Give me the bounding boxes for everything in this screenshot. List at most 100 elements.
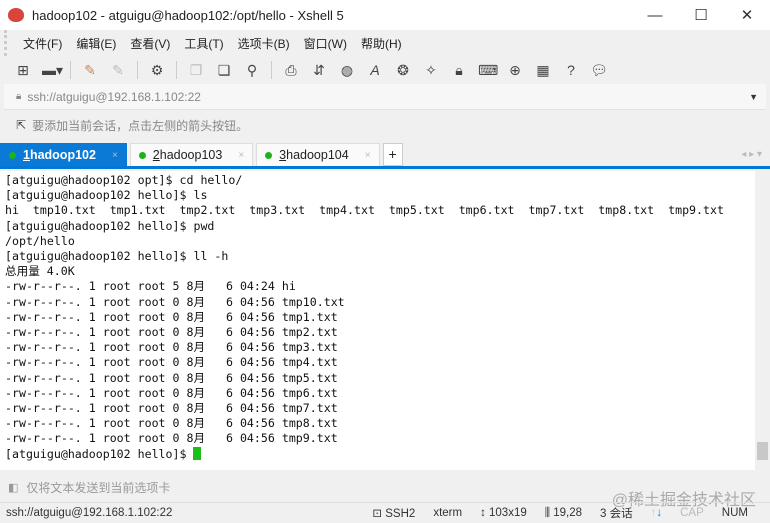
maximize-button[interactable]: ☐ xyxy=(678,6,724,24)
terminal-line: [atguigu@hadoop102 hello]$ ll -h xyxy=(5,249,229,264)
globe-icon[interactable]: ◍ xyxy=(338,62,356,78)
status-protocol: ⊡ SSH2 xyxy=(372,508,416,520)
menu-tabs[interactable]: 选项卡(B) xyxy=(238,35,290,52)
terminal-line: -rw-r--r--. 1 root root 0 8月 6 04:56 tmp… xyxy=(5,309,338,324)
status-bar: ssh://atguigu@192.168.1.102:22 ⊡ SSH2 xt… xyxy=(0,502,770,523)
terminal-line: /opt/hello xyxy=(5,233,75,248)
tab-label: hadoop102 xyxy=(29,148,96,162)
layout-icon[interactable]: ▦ xyxy=(534,62,552,78)
lock-icon: 🔒︎ xyxy=(16,91,22,102)
menu-file[interactable]: 文件(F) xyxy=(23,35,62,52)
terminal-line: [atguigu@hadoop102 hello]$ pwd xyxy=(5,218,215,233)
tab-hadoop103[interactable]: 2 hadoop103 × xyxy=(129,143,254,166)
connected-dot-icon xyxy=(265,151,273,159)
position-text: 19,28 xyxy=(553,506,583,519)
connect-icon[interactable]: ✎ xyxy=(81,62,99,78)
new-session-icon[interactable]: ⊞ xyxy=(14,62,32,78)
print-icon[interactable]: ⎙ xyxy=(282,62,300,78)
terminal-line: -rw-r--r--. 1 root root 5 8月 6 04:24 hi xyxy=(5,279,296,294)
script-icon[interactable]: ✧ xyxy=(422,62,440,78)
xshell-logo-icon xyxy=(8,8,24,22)
compose-placeholder: 仅将文本发送到当前选项卡 xyxy=(26,480,171,495)
terminal-line: [atguigu@hadoop102 opt]$ cd hello/ xyxy=(5,173,243,187)
menu-view[interactable]: 查看(V) xyxy=(130,35,170,52)
transfer-icon[interactable]: ⇵ xyxy=(310,62,328,78)
tab-label: hadoop103 xyxy=(159,148,223,162)
close-tab-icon[interactable]: × xyxy=(238,150,244,161)
status-num: NUM xyxy=(721,507,748,519)
tab-label: hadoop104 xyxy=(286,148,349,162)
terminal-line: [atguigu@hadoop102 hello]$ ls xyxy=(5,188,208,203)
menu-help[interactable]: 帮助(H) xyxy=(361,35,402,52)
terminal-line: 总用量 4.0K xyxy=(5,264,75,279)
menu-window[interactable]: 窗口(W) xyxy=(304,35,347,52)
menu-edit[interactable]: 编辑(E) xyxy=(76,35,116,52)
add-icon[interactable]: ⊕ xyxy=(506,62,524,78)
toolbar: ⊞ ▬▾ ✎ ✎ ⚙ ❐ ❏ ⚲ ⎙ ⇵ ◍ A ❂ ✧ 🔒︎ ⌨ ⊕ ▦ ? … xyxy=(0,56,770,84)
terminal[interactable]: [atguigu@hadoop102 opt]$ cd hello/[atgui… xyxy=(0,171,755,470)
connected-dot-icon xyxy=(9,151,16,159)
tab-number: 3 xyxy=(279,148,287,162)
tab-number: 2 xyxy=(152,148,160,162)
status-sessions: 3 会话 xyxy=(600,508,633,520)
chevron-down-icon[interactable]: ▼ xyxy=(749,92,758,102)
address-input[interactable]: ssh://atguigu@192.168.1.102:22 xyxy=(27,90,201,104)
title-bar: hadoop102 - atguigu@hadoop102:/opt/hello… xyxy=(0,0,770,30)
terminal-line: -rw-r--r--. 1 root root 0 8月 6 04:56 tmp… xyxy=(5,370,338,385)
font-icon[interactable]: A xyxy=(366,62,384,78)
terminal-line: -rw-r--r--. 1 root root 0 8月 6 04:56 tmp… xyxy=(5,355,338,370)
disconnect-icon[interactable]: ✎ xyxy=(109,62,127,78)
status-position: ⫼ 19,28 xyxy=(544,506,583,519)
address-bar[interactable]: 🔒︎ ssh://atguigu@192.168.1.102:22 ▼ xyxy=(4,84,766,110)
divider xyxy=(137,61,138,79)
terminal-prompt: [atguigu@hadoop102 hello]$ xyxy=(5,446,194,461)
tab-hadoop104[interactable]: 3 hadoop104 × xyxy=(256,143,380,166)
terminal-line: -rw-r--r--. 1 root root 0 8月 6 04:56 tmp… xyxy=(5,385,338,400)
open-folder-icon[interactable]: ▬▾ xyxy=(42,62,63,78)
properties-icon[interactable]: ⚙ xyxy=(148,62,166,78)
divider xyxy=(176,61,177,79)
close-tab-icon[interactable]: × xyxy=(112,150,118,161)
chat-icon[interactable]: 💬︎ xyxy=(590,62,608,78)
connected-dot-icon xyxy=(138,151,146,159)
lock-icon[interactable]: 🔒︎ xyxy=(450,62,468,78)
xftp-icon[interactable]: ❂ xyxy=(394,62,412,78)
status-connection: ssh://atguigu@192.168.1.102:22 xyxy=(6,507,173,519)
new-tab-button[interactable]: + xyxy=(382,143,403,166)
size-text: 103x19 xyxy=(489,507,527,519)
status-term: xterm xyxy=(433,507,463,519)
tab-hadoop102[interactable]: 1 hadoop102 × xyxy=(0,143,127,166)
status-size: ↕ 103x19 xyxy=(480,507,527,519)
protocol-text: SSH2 xyxy=(385,508,416,520)
hint-text: 要添加当前会话，点击左侧的箭头按钮。 xyxy=(32,118,249,133)
terminal-line: -rw-r--r--. 1 root root 0 8月 6 04:56 tmp… xyxy=(5,416,338,431)
tab-bar: 1 hadoop102 × 2 hadoop103 × 3 hadoop104 … xyxy=(0,143,770,169)
tab-scroll-arrows[interactable]: ◂ ▸ ▾ xyxy=(741,143,770,166)
menu-tools[interactable]: 工具(T) xyxy=(184,35,223,52)
copy-icon[interactable]: ❐ xyxy=(187,62,205,78)
find-icon[interactable]: ⚲ xyxy=(243,62,261,78)
arrow-session-icon[interactable]: ⇱ xyxy=(16,118,26,132)
paste-icon[interactable]: ❏ xyxy=(215,62,233,78)
transfer-arrows-icon: ↑↓ xyxy=(650,507,663,519)
divider xyxy=(271,61,272,79)
close-tab-icon[interactable]: × xyxy=(365,150,371,161)
terminal-line: -rw-r--r--. 1 root root 0 8月 6 04:56 tmp… xyxy=(5,294,345,309)
keyboard-icon[interactable]: ⌨ xyxy=(478,62,498,78)
session-hint-bar: ⇱ 要添加当前会话，点击左侧的箭头按钮。 xyxy=(0,110,770,140)
send-icon[interactable]: ◧ xyxy=(8,481,18,494)
menu-bar: 文件(F) 编辑(E) 查看(V) 工具(T) 选项卡(B) 窗口(W) 帮助(… xyxy=(4,30,770,56)
minimize-button[interactable]: — xyxy=(632,7,678,24)
terminal-scrollbar[interactable] xyxy=(755,171,770,470)
terminal-line: -rw-r--r--. 1 root root 0 8月 6 04:56 tmp… xyxy=(5,401,338,416)
cursor xyxy=(193,446,202,460)
terminal-line: -rw-r--r--. 1 root root 0 8月 6 04:56 tmp… xyxy=(5,325,338,340)
status-cap: CAP xyxy=(680,507,704,519)
close-button[interactable]: ✕ xyxy=(724,6,770,24)
terminal-line: -rw-r--r--. 1 root root 0 8月 6 04:56 tmp… xyxy=(5,340,338,355)
window-title: hadoop102 - atguigu@hadoop102:/opt/hello… xyxy=(32,7,344,23)
help-icon[interactable]: ? xyxy=(562,62,580,78)
scrollbar-thumb[interactable] xyxy=(757,442,768,460)
tab-number: 1 xyxy=(23,148,30,162)
terminal-line: -rw-r--r--. 1 root root 0 8月 6 04:56 tmp… xyxy=(5,431,338,446)
